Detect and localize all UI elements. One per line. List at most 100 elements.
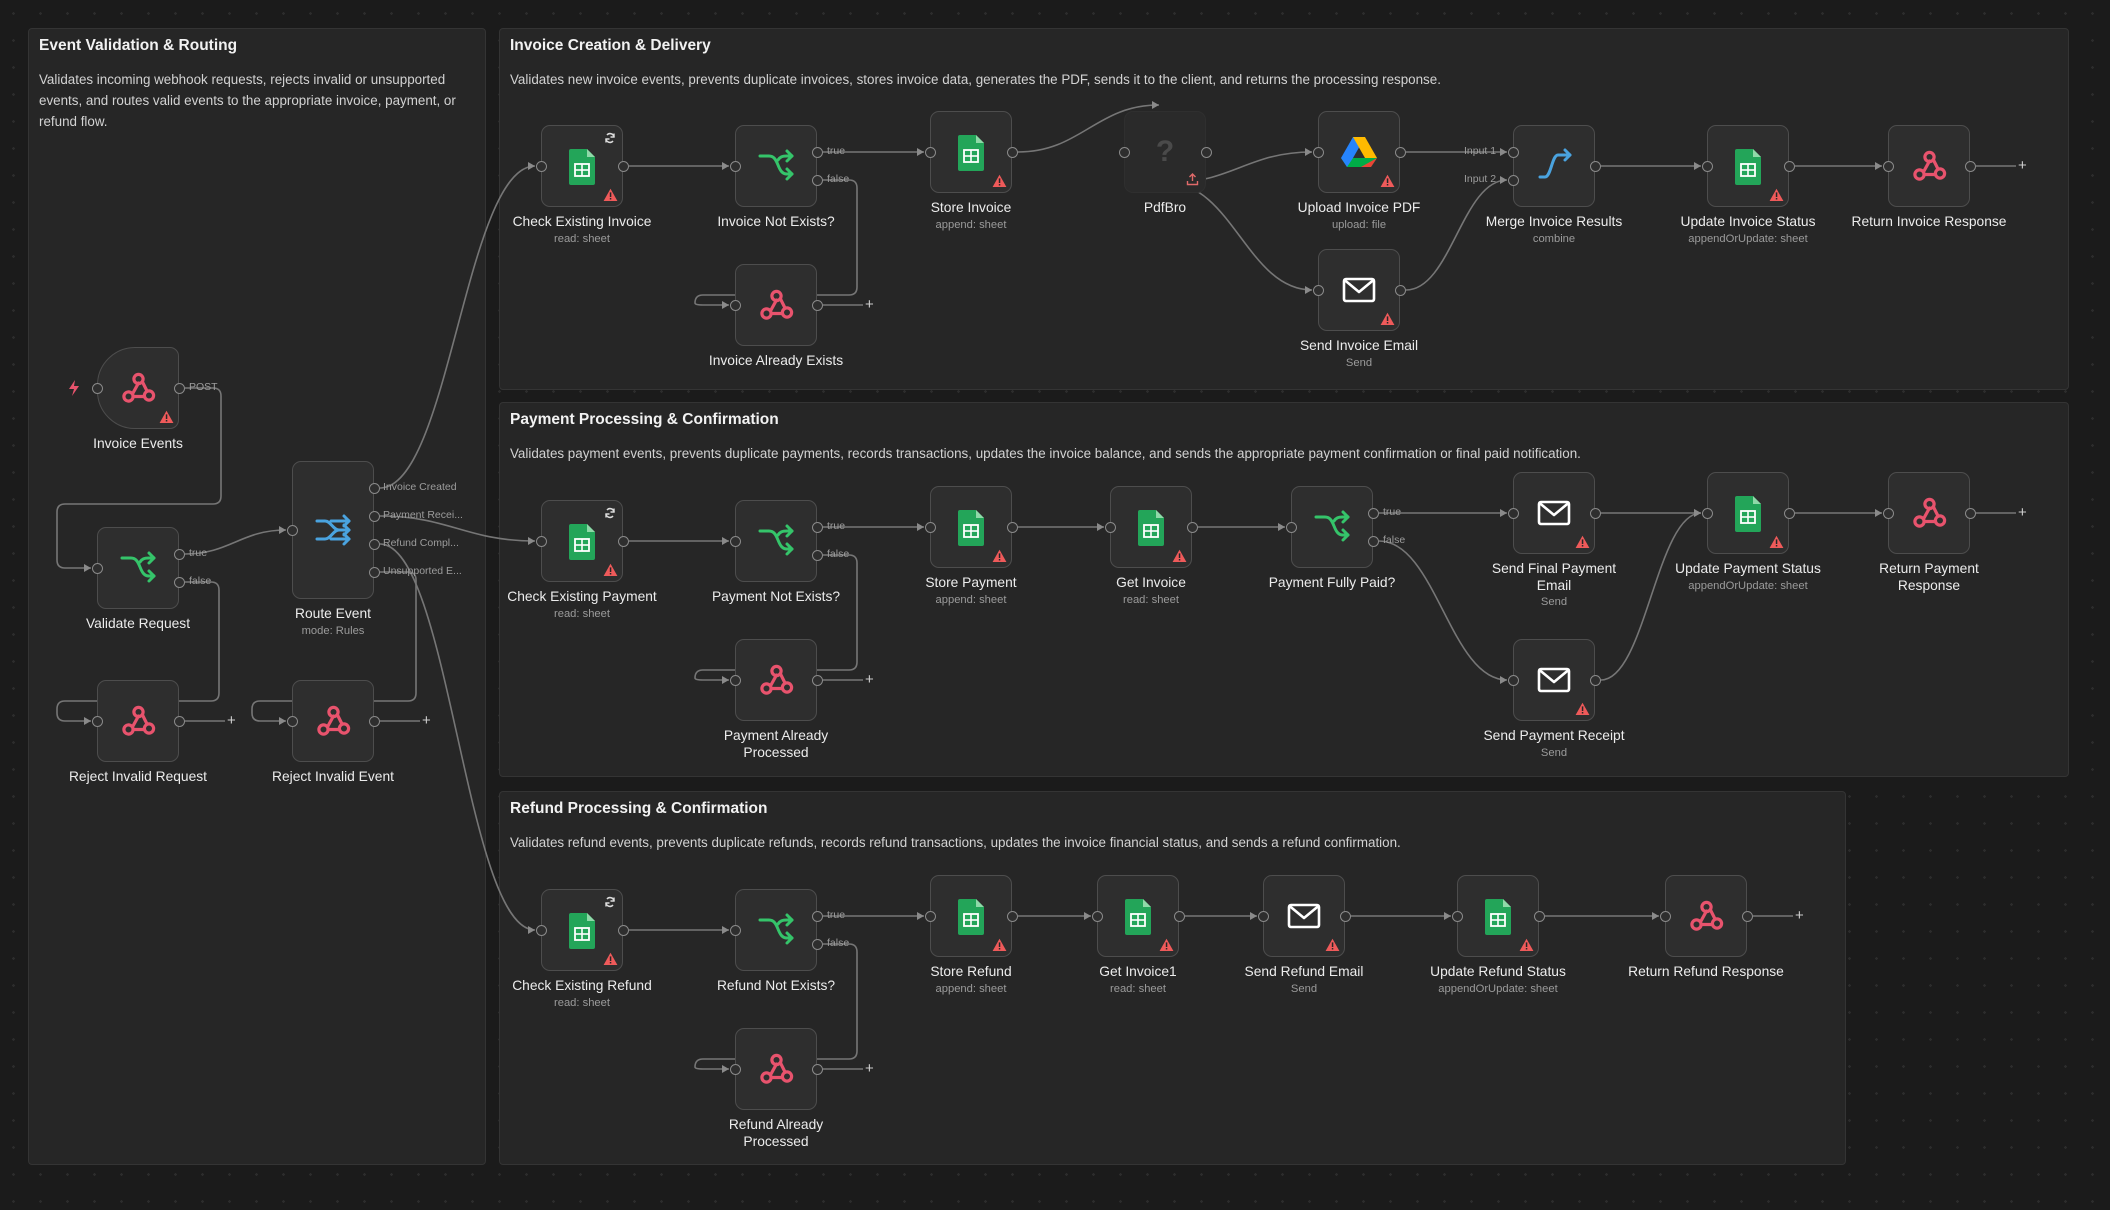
node-return-payment-response[interactable] xyxy=(1888,472,1970,554)
add-node-icon[interactable]: + xyxy=(865,297,874,312)
connection-handle[interactable] xyxy=(1659,910,1671,922)
connection-handle[interactable] xyxy=(1394,284,1406,296)
connection-handle[interactable] xyxy=(729,299,741,311)
node-validate-request[interactable] xyxy=(97,527,179,609)
connection-handle[interactable] xyxy=(1367,507,1379,519)
node-invoice-not-exists[interactable] xyxy=(735,125,817,207)
node-store-payment[interactable] xyxy=(930,486,1012,568)
connection-handle[interactable] xyxy=(1104,521,1116,533)
connection-handle[interactable] xyxy=(1507,674,1519,686)
connection-handle[interactable] xyxy=(811,674,823,686)
connection-handle[interactable] xyxy=(811,146,823,158)
connection-handle[interactable] xyxy=(811,299,823,311)
connection-handle[interactable] xyxy=(1091,910,1103,922)
connection-handle[interactable] xyxy=(811,174,823,186)
node-update-refund-status[interactable] xyxy=(1457,875,1539,957)
connection-handle[interactable] xyxy=(1006,910,1018,922)
connection-handle[interactable] xyxy=(535,924,547,936)
node-route-event[interactable] xyxy=(292,461,374,599)
node-check-existing-refund[interactable] xyxy=(541,889,623,971)
node-update-payment-status[interactable] xyxy=(1707,472,1789,554)
node-payment-fully-paid[interactable] xyxy=(1291,486,1373,568)
connection-handle[interactable] xyxy=(617,535,629,547)
connection-handle[interactable] xyxy=(811,549,823,561)
node-pdfbro[interactable]: ? xyxy=(1124,111,1206,193)
connection-handle[interactable] xyxy=(811,938,823,950)
connection-handle[interactable] xyxy=(1006,521,1018,533)
add-node-icon[interactable]: + xyxy=(2018,158,2027,173)
connection-handle[interactable] xyxy=(1312,284,1324,296)
connection-handle[interactable] xyxy=(286,524,298,536)
connection-handle[interactable] xyxy=(535,535,547,547)
add-node-icon[interactable]: + xyxy=(422,713,431,728)
node-payment-not-exists[interactable] xyxy=(735,500,817,582)
connection-handle[interactable] xyxy=(1200,146,1212,158)
node-store-refund[interactable] xyxy=(930,875,1012,957)
connection-handle[interactable] xyxy=(1285,521,1297,533)
connection-handle[interactable] xyxy=(924,146,936,158)
connection-handle[interactable] xyxy=(729,535,741,547)
connection-handle[interactable] xyxy=(91,715,103,727)
node-update-invoice-status[interactable] xyxy=(1707,125,1789,207)
connection-handle[interactable] xyxy=(1006,146,1018,158)
connection-handle[interactable] xyxy=(924,521,936,533)
add-node-icon[interactable]: + xyxy=(865,672,874,687)
connection-handle[interactable] xyxy=(1173,910,1185,922)
connection-handle[interactable] xyxy=(91,382,103,394)
node-get-invoice1[interactable] xyxy=(1097,875,1179,957)
add-node-icon[interactable]: + xyxy=(227,713,236,728)
connection-handle[interactable] xyxy=(368,715,380,727)
connection-handle[interactable] xyxy=(1118,146,1130,158)
connection-handle[interactable] xyxy=(1507,174,1519,186)
connection-handle[interactable] xyxy=(1589,507,1601,519)
connection-handle[interactable] xyxy=(811,1063,823,1075)
node-send-final-payment-email[interactable] xyxy=(1513,472,1595,554)
connection-handle[interactable] xyxy=(1783,160,1795,172)
connection-handle[interactable] xyxy=(729,924,741,936)
connection-handle[interactable] xyxy=(1451,910,1463,922)
connection-handle[interactable] xyxy=(91,562,103,574)
node-check-existing-payment[interactable] xyxy=(541,500,623,582)
node-return-invoice-response[interactable] xyxy=(1888,125,1970,207)
connection-handle[interactable] xyxy=(368,566,380,578)
connection-handle[interactable] xyxy=(368,482,380,494)
connection-handle[interactable] xyxy=(617,924,629,936)
connection-handle[interactable] xyxy=(1882,160,1894,172)
node-reject-invalid-event[interactable] xyxy=(292,680,374,762)
connection-handle[interactable] xyxy=(729,1063,741,1075)
connection-handle[interactable] xyxy=(1394,146,1406,158)
node-payment-already-processed[interactable] xyxy=(735,639,817,721)
node-refund-not-exists[interactable] xyxy=(735,889,817,971)
connection-handle[interactable] xyxy=(1741,910,1753,922)
connection-handle[interactable] xyxy=(1783,507,1795,519)
node-invoice-events[interactable] xyxy=(97,347,179,429)
connection-handle[interactable] xyxy=(173,382,185,394)
node-send-payment-receipt[interactable] xyxy=(1513,639,1595,721)
add-node-icon[interactable]: + xyxy=(865,1061,874,1076)
node-return-refund-response[interactable] xyxy=(1665,875,1747,957)
node-refund-already-processed[interactable] xyxy=(735,1028,817,1110)
node-send-invoice-email[interactable] xyxy=(1318,249,1400,331)
connection-handle[interactable] xyxy=(1186,521,1198,533)
connection-handle[interactable] xyxy=(811,910,823,922)
connection-handle[interactable] xyxy=(368,510,380,522)
connection-handle[interactable] xyxy=(1257,910,1269,922)
connection-handle[interactable] xyxy=(1701,160,1713,172)
connection-handle[interactable] xyxy=(1964,507,1976,519)
connection-handle[interactable] xyxy=(1701,507,1713,519)
connection-handle[interactable] xyxy=(1339,910,1351,922)
connection-handle[interactable] xyxy=(173,715,185,727)
connection-handle[interactable] xyxy=(811,521,823,533)
node-invoice-already-exists[interactable] xyxy=(735,264,817,346)
node-check-existing-invoice[interactable] xyxy=(541,125,623,207)
connection-handle[interactable] xyxy=(1507,507,1519,519)
node-reject-invalid-request[interactable] xyxy=(97,680,179,762)
add-node-icon[interactable]: + xyxy=(2018,505,2027,520)
connection-handle[interactable] xyxy=(368,538,380,550)
node-merge-invoice-results[interactable] xyxy=(1513,125,1595,207)
connection-handle[interactable] xyxy=(1882,507,1894,519)
connection-handle[interactable] xyxy=(729,160,741,172)
node-send-refund-email[interactable] xyxy=(1263,875,1345,957)
connection-handle[interactable] xyxy=(729,674,741,686)
connection-handle[interactable] xyxy=(173,576,185,588)
